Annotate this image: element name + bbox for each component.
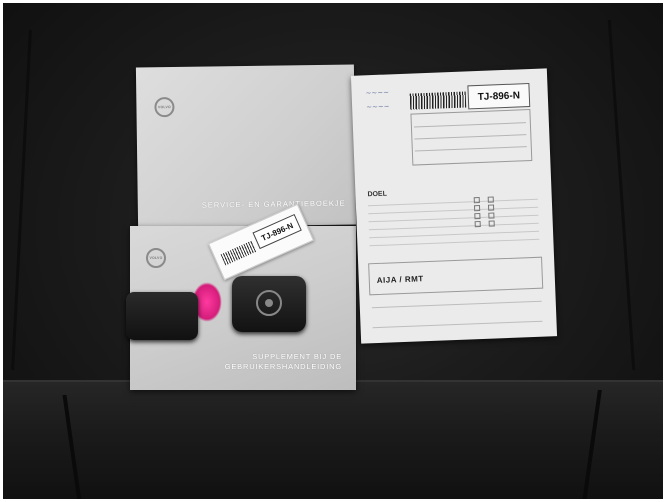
supplement-title: SUPPLEMENT BIJ DE GEBRUIKERSHANDLEIDING [222,352,342,372]
checkbox [474,212,481,220]
info-box [410,108,533,166]
booklet-title: SERVICE- EN GARANTIEBOEKJE [201,198,346,210]
inspection-sheet: ~~~~ ~~~~ TJ-896-N DOEL AIJA / RMT [350,68,558,344]
car-key-right [232,276,306,332]
check-row [369,230,540,239]
tag-plate-number: TJ-896-N [252,213,302,250]
photo-scene: VOLVO SERVICE- EN GARANTIEBOEKJE VOLVO S… [0,0,666,502]
checkbox [487,204,495,211]
handwriting: ~~~~ [365,102,390,112]
check-row [368,214,539,223]
service-booklet: VOLVO SERVICE- EN GARANTIEBOEKJE [135,64,357,228]
plate-number: TJ-896-N [467,83,531,110]
info-line [414,146,527,152]
volvo-logo-icon: VOLVO [146,248,166,268]
check-row [368,222,539,231]
volvo-logo-icon: VOLVO [154,96,175,118]
section-heading: DOEL [367,190,388,199]
car-key-left [126,292,198,340]
info-line [414,134,527,140]
key-button-icon [256,290,282,316]
handwriting: ~~~~ [365,88,390,98]
checkbox [473,197,480,204]
seat-cushion [0,380,666,502]
barcode [409,91,467,110]
logo-text: VOLVO [149,256,163,260]
sheet-line [372,320,543,329]
checkbox [474,220,481,228]
seat-seam [11,30,32,370]
handled-by-label: AIJA / RMT [376,274,424,286]
info-line [413,122,526,128]
sheet-line [371,300,542,309]
supplement-title-line1: SUPPLEMENT BIJ DE [252,352,342,361]
checkbox [488,212,495,219]
tag-barcode [220,240,257,266]
seat-seam [607,20,636,370]
check-row [369,238,540,247]
logo-text: VOLVO [157,105,171,110]
checkbox [488,220,495,227]
checkbox [487,196,494,203]
check-row [367,198,538,207]
checkbox [473,205,481,212]
supplement-title-line2: GEBRUIKERSHANDLEIDING [224,362,342,371]
check-row [368,206,539,215]
